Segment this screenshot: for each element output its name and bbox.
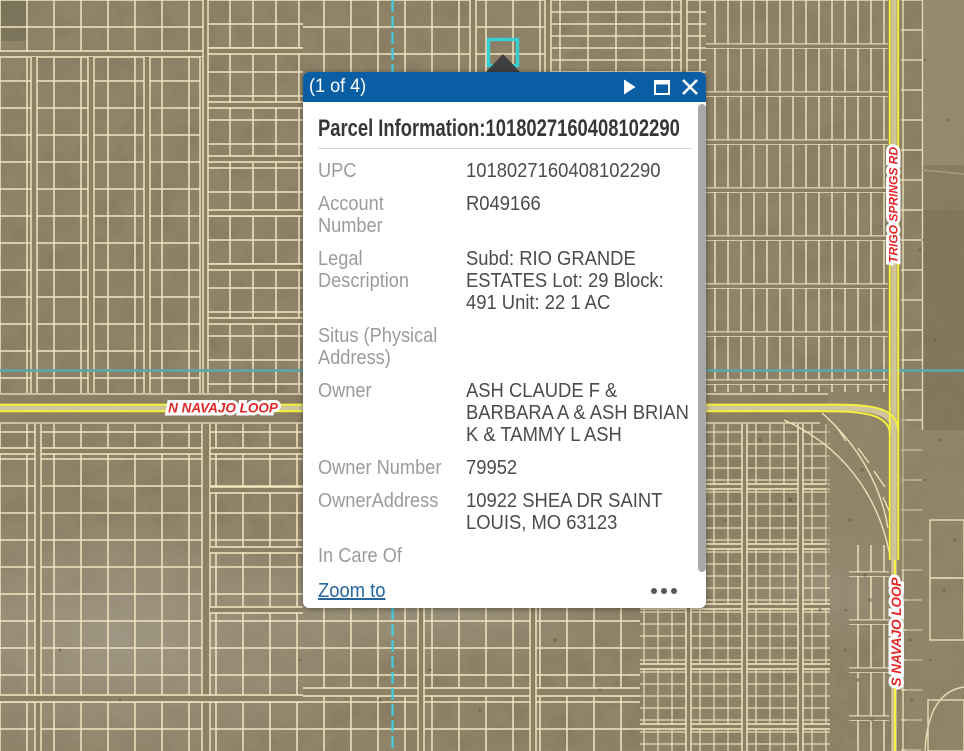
svg-text:TRIGO SPRINGS RD: TRIGO SPRINGS RD [887,147,901,263]
svg-text:N NAVAJO LOOP: N NAVAJO LOOP [168,401,279,416]
svg-text:S NAVAJO LOOP: S NAVAJO LOOP [889,576,904,686]
